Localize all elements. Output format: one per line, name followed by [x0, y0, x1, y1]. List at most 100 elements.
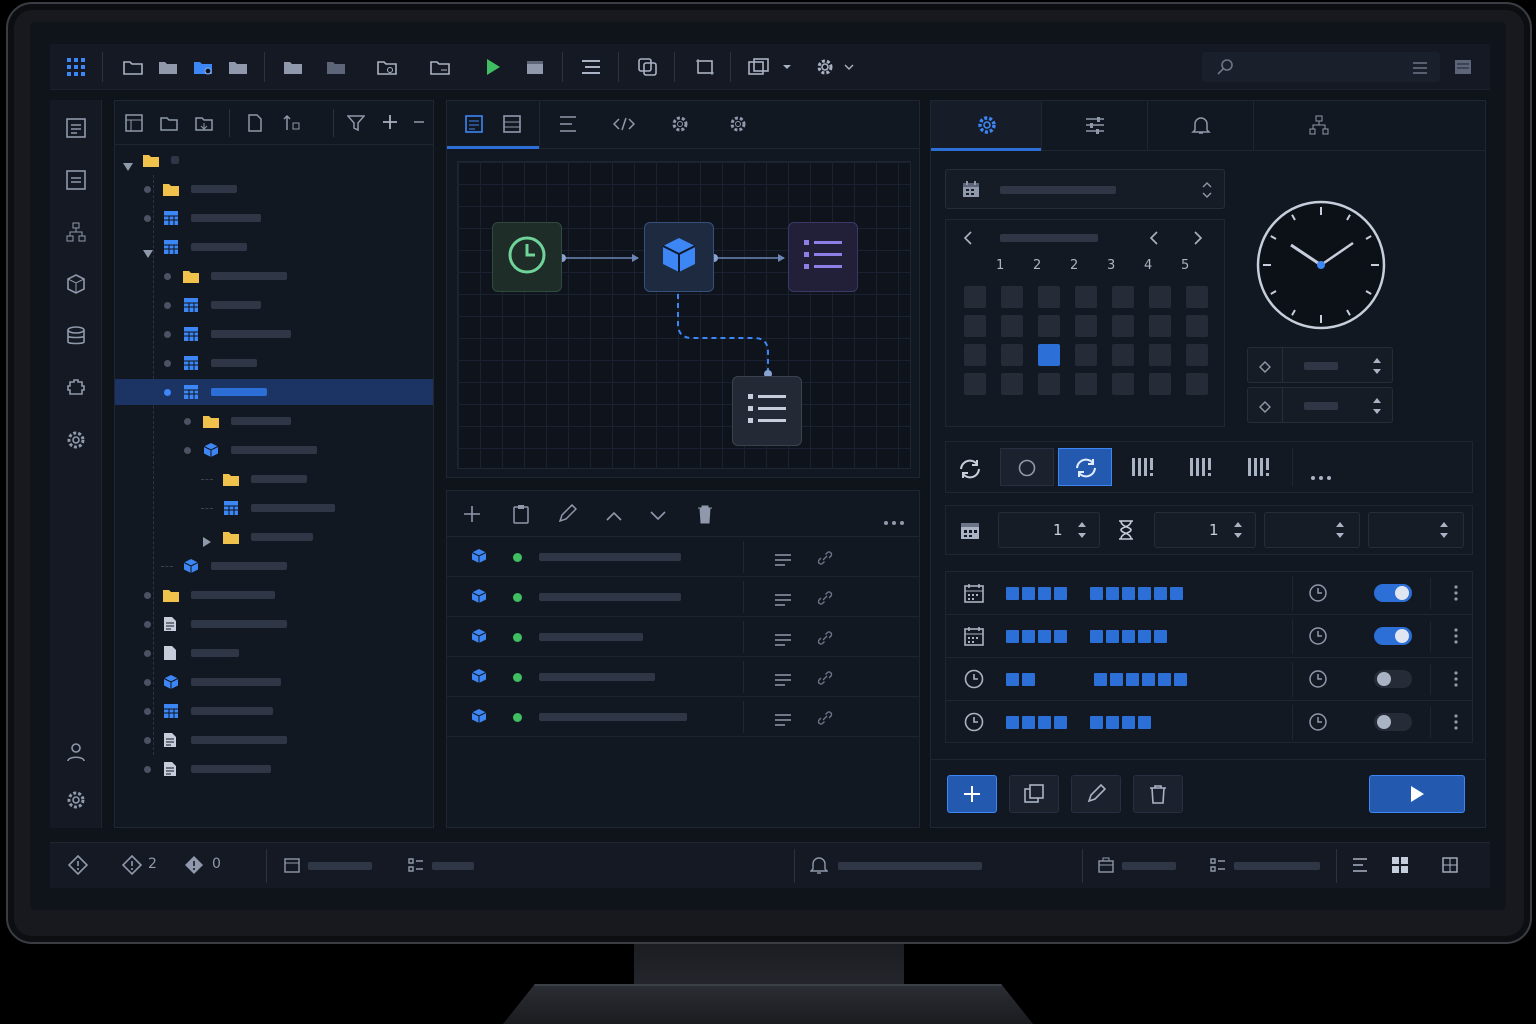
sublist-node[interactable] [732, 376, 802, 446]
run-button[interactable] [1369, 775, 1465, 813]
schedule-row[interactable] [946, 658, 1472, 701]
interval-minutes-spinner[interactable] [1264, 512, 1360, 548]
calendar-day[interactable] [1038, 373, 1060, 395]
add-icon[interactable] [463, 505, 481, 527]
lines-icon[interactable] [775, 551, 791, 570]
tree-row[interactable] [115, 727, 433, 753]
document-icon[interactable] [66, 170, 86, 194]
list-item[interactable] [447, 577, 919, 617]
calendar-day[interactable] [1001, 373, 1023, 395]
calendar-day[interactable] [1149, 315, 1171, 337]
add-icon[interactable] [381, 113, 399, 135]
kebab-menu-icon[interactable] [1454, 671, 1458, 691]
tab-cog-icon[interactable] [729, 115, 747, 137]
output-list-node[interactable] [788, 222, 858, 292]
tree-row[interactable] [115, 640, 433, 666]
tree-row[interactable] [115, 466, 433, 492]
search-menu-icon[interactable] [1412, 60, 1428, 79]
database-icon[interactable] [66, 326, 86, 350]
caret-down-icon[interactable] [123, 156, 133, 175]
layout-list-icon[interactable] [1352, 857, 1368, 877]
tree-row[interactable] [115, 350, 433, 376]
folder-icon[interactable] [282, 56, 304, 78]
tree-row[interactable] [115, 205, 433, 231]
account-icon[interactable] [66, 742, 86, 766]
prev-month-icon[interactable] [962, 230, 974, 250]
filter-icon[interactable] [346, 114, 366, 136]
apps-grid-icon[interactable] [65, 56, 87, 78]
tab-list-icon[interactable] [559, 115, 577, 137]
tree-row[interactable] [115, 408, 433, 434]
calendar-day[interactable] [1186, 373, 1208, 395]
edit-button[interactable] [1071, 775, 1121, 813]
calendar-day[interactable] [1112, 344, 1134, 366]
explorer-icon[interactable] [66, 118, 86, 142]
add-button[interactable] [947, 775, 997, 813]
tab-bell-icon[interactable] [1191, 115, 1211, 139]
calendar-day[interactable] [1038, 286, 1060, 308]
kebab-menu-icon[interactable] [1454, 714, 1458, 734]
lines-icon[interactable] [775, 671, 791, 690]
tree-row[interactable] [115, 292, 433, 318]
enabled-toggle[interactable] [1374, 670, 1412, 688]
clipboard-icon[interactable] [513, 504, 529, 528]
layout-split-icon[interactable] [1442, 857, 1458, 877]
clock-icon[interactable] [1308, 712, 1328, 736]
duplicate-button[interactable] [1009, 775, 1059, 813]
caret-right-icon[interactable] [203, 532, 211, 551]
calendar-day[interactable] [1038, 315, 1060, 337]
kebab-menu-icon[interactable] [1454, 628, 1458, 648]
calendar-day[interactable] [1149, 373, 1171, 395]
bars-icon[interactable] [1248, 458, 1270, 480]
source-control-icon[interactable] [67, 854, 89, 879]
settings-icon[interactable] [66, 430, 86, 454]
calendar-day[interactable] [1075, 286, 1097, 308]
calendar-day[interactable] [1149, 286, 1171, 308]
collapse-icon[interactable] [413, 113, 425, 135]
calendar-day[interactable] [1186, 315, 1208, 337]
enabled-toggle[interactable] [1374, 584, 1412, 602]
tree-row[interactable] [115, 147, 433, 173]
gear-icon[interactable] [814, 56, 836, 78]
calendar-day[interactable] [1075, 344, 1097, 366]
calendar-day[interactable] [1112, 373, 1134, 395]
manage-gear-icon[interactable] [66, 790, 86, 814]
calendar-day[interactable] [1075, 315, 1097, 337]
schedule-row[interactable] [946, 615, 1472, 658]
calendar-day[interactable] [964, 373, 986, 395]
calendar-day[interactable] [1112, 315, 1134, 337]
clock-icon[interactable] [1308, 583, 1328, 607]
calendar-day[interactable] [964, 344, 986, 366]
sort-icon[interactable] [283, 114, 301, 136]
angle-spinner[interactable] [1247, 347, 1393, 383]
clock-icon[interactable] [1308, 669, 1328, 693]
tree-row[interactable] [115, 263, 433, 289]
link-icon[interactable] [817, 550, 833, 569]
process-cube-node[interactable] [644, 222, 714, 292]
calendar-day[interactable] [1001, 286, 1023, 308]
plugin-icon[interactable] [66, 378, 86, 402]
more-icon[interactable] [1310, 466, 1332, 485]
date-select[interactable] [945, 169, 1225, 209]
link-icon[interactable] [817, 710, 833, 729]
caret-down-icon[interactable] [143, 243, 153, 262]
tab-code-icon[interactable] [612, 115, 636, 137]
folder-icon[interactable] [122, 56, 144, 78]
chevron-down-icon[interactable] [776, 56, 798, 78]
briefcase-icon[interactable] [1098, 857, 1114, 877]
run-icon[interactable] [482, 56, 504, 78]
tree-row[interactable] [115, 176, 433, 202]
calendar-day[interactable] [1149, 344, 1171, 366]
list-item[interactable] [447, 657, 919, 697]
chevron-up-icon[interactable] [605, 507, 623, 526]
sync-icon[interactable] [958, 458, 982, 484]
offset-spinner[interactable] [1247, 387, 1393, 423]
enabled-toggle[interactable] [1374, 627, 1412, 645]
tree-row[interactable] [115, 437, 433, 463]
package-icon[interactable] [66, 274, 86, 298]
more-icon[interactable] [883, 511, 905, 530]
lines-icon[interactable] [775, 711, 791, 730]
stop-icon[interactable] [524, 56, 546, 78]
next-icon[interactable] [1192, 230, 1204, 250]
tree-row[interactable] [115, 582, 433, 608]
